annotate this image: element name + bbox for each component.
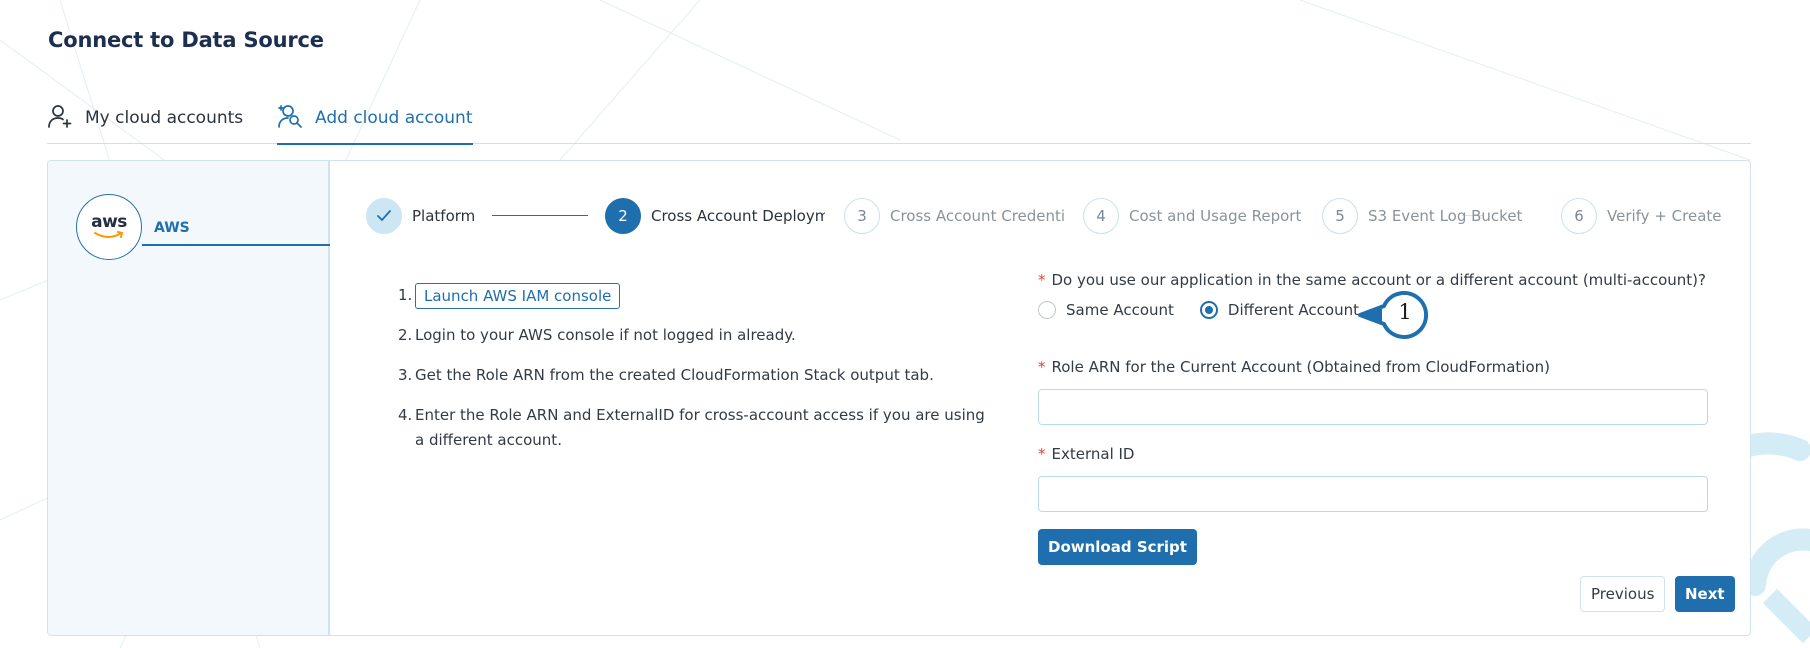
launch-iam-console-button[interactable]: Launch AWS IAM console — [415, 283, 621, 309]
provider-sidebar: aws AWS — [48, 161, 330, 635]
add-account-panel: aws AWS Platform 2 Cross Account Deploym… — [47, 160, 1751, 636]
step-platform[interactable]: Platform — [366, 197, 486, 235]
step-number: 3 — [844, 198, 880, 234]
instruction-item: 4. Enter the Role ARN and ExternalID for… — [398, 406, 985, 449]
tab-my-cloud-accounts-label: My cloud accounts — [85, 108, 244, 128]
account-form: * Do you use our application in the same … — [1038, 161, 1738, 635]
step-cross-account-deployment[interactable]: 2 Cross Account Deployment — [605, 197, 825, 235]
annotation-callout: 1 — [1358, 290, 1434, 340]
aws-logo-icon: aws — [76, 194, 142, 260]
role-arn-label: * Role ARN for the Current Account (Obtai… — [1038, 358, 1551, 376]
radio-button[interactable] — [1199, 301, 1218, 319]
callout-number: 1 — [1398, 300, 1412, 324]
user-search-plus-icon — [277, 103, 303, 134]
provider-name: AWS — [154, 220, 190, 236]
role-arn-input[interactable] — [1038, 389, 1708, 425]
account-type-radio-group: Same Account Different Account — [1038, 301, 1375, 319]
step-connector — [492, 215, 588, 216]
radio-same-account[interactable]: Same Account — [1038, 301, 1174, 319]
step-number: 2 — [605, 198, 641, 234]
instruction-item: 2. Login to your AWS console if not logg… — [398, 326, 796, 344]
provider-item-aws[interactable]: aws AWS — [76, 194, 330, 260]
tab-add-cloud-account-label: Add cloud account — [315, 108, 473, 128]
external-id-input[interactable] — [1038, 476, 1708, 512]
instruction-item: 1. Launch AWS IAM console — [398, 283, 985, 309]
step-cross-account-credentials[interactable]: 3 Cross Account Credentials — [844, 197, 1064, 235]
step-label: Cross Account Deployment — [651, 207, 825, 225]
tab-my-cloud-accounts[interactable]: My cloud accounts — [47, 92, 247, 144]
account-tabs: My cloud accounts Add cloud account — [47, 92, 1751, 145]
next-button[interactable]: Next — [1675, 576, 1735, 612]
tab-add-cloud-account[interactable]: Add cloud account — [277, 92, 473, 145]
user-icon — [47, 103, 73, 134]
previous-button[interactable]: Previous — [1580, 576, 1666, 612]
radio-button[interactable] — [1038, 301, 1056, 319]
radio-different-account[interactable]: Different Account — [1199, 301, 1359, 319]
instruction-item: 3. Get the Role ARN from the created Clo… — [398, 366, 934, 384]
page-title: Connect to Data Source — [48, 28, 324, 52]
account-question-label: * Do you use our application in the same … — [1038, 271, 1706, 289]
step-label: Platform — [412, 207, 476, 225]
external-id-label: * External ID — [1038, 445, 1135, 463]
download-script-button[interactable]: Download Script — [1038, 529, 1197, 565]
check-icon — [366, 198, 402, 234]
